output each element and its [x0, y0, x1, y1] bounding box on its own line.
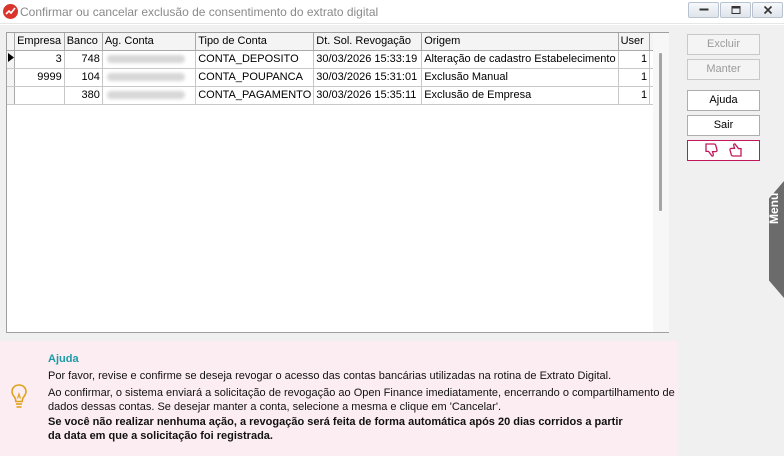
masked-account-value	[106, 91, 185, 100]
cell-empresa[interactable]: 3	[14, 50, 65, 69]
cell-empresa[interactable]	[14, 86, 65, 105]
cell-dt-sol-revogacao[interactable]: 30/03/2026 15:31:01	[313, 68, 423, 87]
window-controls	[688, 2, 783, 18]
column-header-user[interactable]: User	[618, 33, 651, 51]
column-header-tipo-conta[interactable]: Tipo de Conta	[195, 33, 315, 51]
thumbs-down-icon[interactable]	[704, 142, 722, 158]
main-content: Empresa Banco Ag. Conta Tipo de Conta Dt…	[0, 25, 678, 456]
column-header-ag-conta[interactable]: Ag. Conta	[102, 33, 197, 51]
cell-banco[interactable]: 748	[64, 50, 103, 69]
table-header: Empresa Banco Ag. Conta Tipo de Conta Dt…	[7, 33, 668, 51]
minimize-button[interactable]	[688, 2, 719, 18]
help-text-line: Ao confirmar, o sistema enviará a solici…	[48, 387, 675, 399]
cell-ag-conta[interactable]	[102, 86, 197, 105]
cell-user[interactable]: 1	[618, 86, 651, 105]
current-row-indicator	[7, 50, 16, 69]
help-warning-line: da data em que a solicitação foi registr…	[48, 430, 273, 442]
ajuda-button[interactable]: Ajuda	[687, 90, 760, 111]
cell-user[interactable]: 1	[618, 68, 651, 87]
column-header-banco[interactable]: Banco	[64, 33, 103, 51]
title-bar: Confirmar ou cancelar exclusão de consen…	[0, 0, 784, 24]
help-warning-line: Se você não realizar nenhuma ação, a rev…	[48, 416, 623, 428]
cell-tipo-conta[interactable]: CONTA_POUPANCA	[195, 68, 315, 87]
maximize-icon	[731, 6, 740, 14]
current-row-arrow-icon	[7, 53, 14, 62]
close-icon	[763, 5, 772, 15]
lightbulb-icon	[11, 384, 27, 408]
row-indicator	[7, 86, 16, 105]
cell-user[interactable]: 1	[618, 50, 651, 69]
feedback-button[interactable]	[687, 140, 760, 161]
minimize-icon	[699, 8, 708, 11]
column-header-empresa[interactable]: Empresa	[14, 33, 65, 51]
cell-banco[interactable]: 380	[64, 86, 103, 105]
cell-origem[interactable]: Exclusão Manual	[421, 68, 619, 87]
row-indicator-header	[7, 33, 16, 51]
cell-banco[interactable]: 104	[64, 68, 103, 87]
action-panel: Excluir Manter Ajuda Sair	[678, 25, 784, 456]
vertical-scrollbar[interactable]	[653, 33, 669, 332]
cell-empresa[interactable]: 9999	[14, 68, 65, 87]
help-title: Ajuda	[48, 353, 79, 365]
consent-table: Empresa Banco Ag. Conta Tipo de Conta Dt…	[7, 33, 668, 105]
window-title: Confirmar ou cancelar exclusão de consen…	[20, 5, 379, 19]
table-row[interactable]: 3 748 CONTA_DEPOSITO 30/03/2026 15:33:19…	[7, 50, 668, 69]
cell-tipo-conta[interactable]: CONTA_DEPOSITO	[195, 50, 315, 69]
row-indicator	[7, 68, 16, 87]
column-header-dt-sol-revogacao[interactable]: Dt. Sol. Revogação	[313, 33, 423, 51]
cell-origem[interactable]: Alteração de cadastro Estabelecimento	[421, 50, 619, 69]
maximize-button[interactable]	[720, 2, 751, 18]
help-panel: Ajuda Por favor, revise e confirme se de…	[0, 341, 678, 456]
cell-ag-conta[interactable]	[102, 68, 197, 87]
excluir-button[interactable]: Excluir	[687, 34, 760, 55]
thumbs-up-icon[interactable]	[725, 142, 743, 158]
cell-origem[interactable]: Exclusão de Empresa	[421, 86, 619, 105]
cell-tipo-conta[interactable]: CONTA_PAGAMENTO	[195, 86, 315, 105]
table-row[interactable]: 380 CONTA_PAGAMENTO 30/03/2026 15:35:11 …	[7, 86, 668, 105]
masked-account-value	[106, 55, 185, 64]
app-icon	[3, 4, 18, 19]
cell-dt-sol-revogacao[interactable]: 30/03/2026 15:33:19	[313, 50, 423, 69]
cell-ag-conta[interactable]	[102, 50, 197, 69]
help-text-line: Por favor, revise e confirme se deseja r…	[48, 370, 612, 382]
consent-grid[interactable]: Empresa Banco Ag. Conta Tipo de Conta Dt…	[6, 32, 669, 333]
side-menu-label[interactable]: Menu	[767, 193, 781, 224]
sair-button[interactable]: Sair	[687, 115, 760, 136]
cell-dt-sol-revogacao[interactable]: 30/03/2026 15:35:11	[313, 86, 423, 105]
help-text-line: dados dessas contas. Se desejar manter a…	[48, 401, 501, 413]
scrollbar-thumb[interactable]	[659, 53, 662, 211]
masked-account-value	[106, 73, 185, 82]
table-row[interactable]: 9999 104 CONTA_POUPANCA 30/03/2026 15:31…	[7, 68, 668, 87]
column-header-origem[interactable]: Origem	[421, 33, 619, 51]
manter-button[interactable]: Manter	[687, 59, 760, 80]
close-button[interactable]	[752, 2, 783, 18]
